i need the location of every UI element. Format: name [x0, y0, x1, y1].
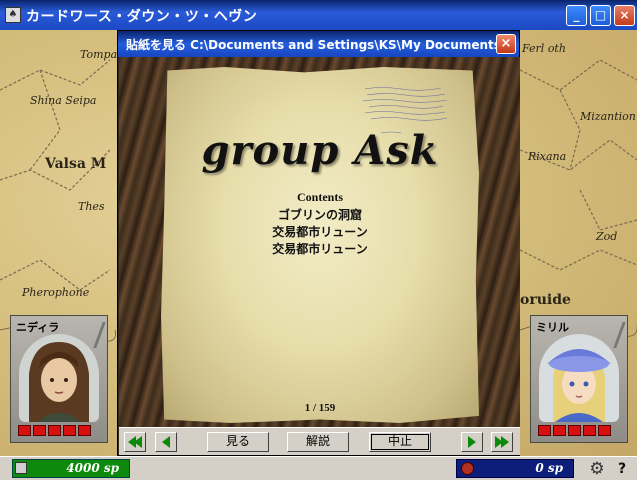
hp-bar	[538, 425, 611, 437]
card-icon	[15, 462, 27, 474]
party-member-name: ニディラ	[16, 321, 60, 334]
party-card[interactable]: ニディラ	[10, 315, 108, 443]
hp-bar	[18, 425, 91, 437]
notice-paper: group Ask Contents ゴブリンの洞窟 交易都市リューン 交易都市…	[161, 67, 479, 423]
view-button[interactable]: 見る	[207, 432, 269, 452]
hp-pip	[583, 425, 596, 436]
contents-item: 交易都市リューン	[272, 242, 368, 256]
hp-pip	[18, 425, 31, 436]
bag-money-display: 0 sp	[456, 459, 574, 478]
hp-pip	[598, 425, 611, 436]
minimize-button[interactable]: _	[566, 5, 587, 26]
hp-pip	[568, 425, 581, 436]
close-button[interactable]: ×	[614, 5, 635, 26]
town-label: oruide	[520, 292, 571, 308]
notice-board-dialog: 貼紙を見る C:\Documents and Settings\KS\My Do…	[117, 30, 520, 456]
help-button[interactable]: ?	[612, 459, 632, 479]
right-arrow-icon	[468, 435, 476, 448]
dialog-title: 貼紙を見る C:\Documents and Settings\KS\My Do…	[126, 38, 496, 52]
party-member-name: ミリル	[536, 321, 569, 334]
hp-pip	[33, 425, 46, 436]
town-label: Thes	[78, 200, 105, 213]
next-page-button[interactable]	[461, 432, 483, 452]
dialog-close-button[interactable]: ×	[496, 34, 516, 54]
maximize-button[interactable]: □	[590, 5, 611, 26]
previous-page-button[interactable]	[155, 432, 177, 452]
portrait-avatar	[539, 334, 619, 422]
bag-money-value: 0 sp	[535, 461, 563, 475]
contents-list: ゴブリンの洞窟 交易都市リューン 交易都市リューン	[161, 207, 479, 258]
hp-pip	[78, 425, 91, 436]
hp-pip	[48, 425, 61, 436]
notice-heading: group Ask	[201, 127, 439, 174]
contents-label: Contents	[296, 190, 343, 204]
party-money-display: 4000 sp	[12, 459, 130, 478]
town-label: Pherophone	[22, 286, 90, 299]
hp-pip	[538, 425, 551, 436]
left-arrow-icon	[162, 435, 170, 448]
dialog-titlebar: 貼紙を見る C:\Documents and Settings\KS\My Do…	[118, 31, 519, 57]
town-label: Tompa	[80, 48, 118, 61]
status-bar: 4000 sp 0 sp ⚙ ?	[0, 456, 637, 480]
party-card[interactable]: ミリル	[530, 315, 628, 443]
town-label: Zod	[596, 230, 618, 243]
town-label: Rixana	[528, 150, 567, 163]
hp-pip	[63, 425, 76, 436]
window-title: カードワース・ダウン・ツ・ヘヴン	[26, 9, 258, 25]
party-money-value: 4000 sp	[66, 461, 119, 475]
dialog-toolbar: 見る 解説 中止	[119, 427, 520, 455]
town-label: Valsa M	[45, 156, 107, 172]
page-counter: 1 / 159	[304, 402, 336, 414]
money-bag-icon	[461, 462, 474, 475]
card-icon: ♠	[5, 7, 21, 23]
town-label: Mizantion	[580, 110, 636, 123]
main-titlebar: ♠ カードワース・ダウン・ツ・ヘヴン _ □ ×	[0, 0, 637, 30]
portrait-avatar	[19, 334, 99, 422]
gear-icon[interactable]: ⚙	[587, 459, 607, 479]
town-label: Ferl oth	[522, 42, 566, 55]
first-page-button[interactable]	[124, 432, 146, 452]
notice-viewer: group Ask Contents ゴブリンの洞窟 交易都市リューン 交易都市…	[119, 57, 520, 427]
cancel-button[interactable]: 中止	[369, 432, 431, 452]
explain-button[interactable]: 解説	[287, 432, 349, 452]
hp-pip	[553, 425, 566, 436]
town-label: Shina Seipa	[30, 94, 97, 107]
contents-item: 交易都市リューン	[272, 225, 368, 239]
last-page-button[interactable]	[491, 432, 513, 452]
contents-item: ゴブリンの洞窟	[277, 208, 362, 222]
